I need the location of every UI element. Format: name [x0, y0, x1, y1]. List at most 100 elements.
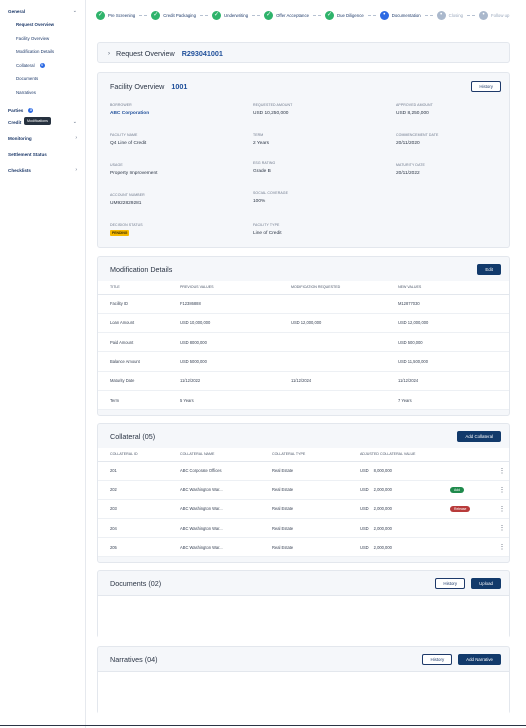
modification-table: Title Previous Values Modification Reque…: [98, 281, 509, 411]
table-cell: USD 12,000,000: [386, 313, 509, 334]
step-label: Documentation: [391, 12, 421, 18]
chevron-right-icon[interactable]: ›: [108, 51, 110, 57]
step-offer-acceptance[interactable]: ✓ Offer Acceptance: [264, 10, 309, 20]
field-value: Grade B: [253, 169, 271, 174]
current-step-icon: •: [379, 10, 389, 20]
sidebar-item-collateral[interactable]: Collateral 6: [0, 59, 85, 73]
table-row[interactable]: 204 ABC Washington War... Real Estate USD 2,…: [98, 518, 509, 539]
step-label: Underwriting: [223, 12, 249, 18]
documents-body: [98, 595, 509, 638]
table-cell: 11/12/2024: [279, 371, 386, 391]
upload-button[interactable]: Upload: [471, 577, 501, 589]
step-closing[interactable]: • Closing: [436, 10, 463, 20]
table-cell: USD 10,000,000: [168, 313, 279, 334]
collateral-value: 2,000,000: [373, 525, 392, 531]
collateral-value: 2,000,000: [373, 506, 392, 512]
field-value: Property Improvement: [110, 171, 158, 176]
card-title: Facility Overview 1001: [110, 82, 187, 91]
history-button[interactable]: History: [435, 577, 466, 589]
column-header: Modification Requested: [279, 281, 386, 295]
history-button[interactable]: History: [422, 653, 453, 665]
more-options-icon[interactable]: ⋮: [483, 499, 509, 520]
step-connector: [367, 14, 376, 16]
table-row[interactable]: 201 ABC Corporate Offices Real Estate USD 8,…: [98, 461, 509, 481]
nav-group-general[interactable]: General ⌄: [0, 4, 85, 18]
card-title: Collateral (05): [110, 431, 156, 441]
pending-step-icon: •: [479, 10, 488, 20]
field-value: UM922829281: [110, 201, 142, 206]
table-cell: [279, 294, 386, 314]
table-cell: Add: [438, 480, 483, 500]
sidebar-item-documents[interactable]: Documents: [0, 72, 85, 86]
table-cell: Release: [438, 499, 483, 520]
title-text: Facility Overview: [110, 81, 165, 91]
step-label: Offer Acceptance: [276, 12, 309, 18]
table-row[interactable]: 203 ABC Washington War... Real Estate USD 2,…: [98, 499, 509, 520]
nav-group-monitoring[interactable]: Monitoring ›: [0, 131, 85, 145]
sidebar-item-modification-details[interactable]: Modification Details: [0, 45, 85, 59]
check-icon: ✓: [264, 10, 274, 20]
table-cell: Real Estate: [260, 480, 348, 500]
step-follow-up[interactable]: • Follow up: [479, 10, 509, 20]
step-underwriting[interactable]: ✓ Underwriting: [211, 10, 249, 20]
table-cell: 203: [98, 499, 168, 520]
table-cell: 7 Years: [386, 390, 509, 411]
field-value: Q4 Line of Credit: [110, 141, 147, 146]
edit-button[interactable]: Edit: [477, 263, 501, 275]
field-label: Approved Amount: [396, 103, 433, 107]
borrower-link[interactable]: ABC Corporation: [110, 111, 240, 116]
table-cell: Term: [98, 390, 168, 411]
sidebar-item-label: Modification Details: [16, 49, 55, 55]
step-due-diligence[interactable]: ✓ Due Diligence: [324, 10, 364, 20]
sidebar-item-facility-overview[interactable]: Facility Overview: [0, 32, 85, 46]
field-requested-amount: Requested Amount USD 10,250,000: [253, 103, 383, 116]
table-cell: 5 Years: [168, 390, 279, 411]
more-options-icon[interactable]: ⋮: [483, 480, 509, 500]
table-cell: Facility ID: [98, 294, 168, 314]
step-documentation[interactable]: • Documentation: [379, 10, 421, 20]
status-badge: Release: [450, 505, 471, 512]
field-usage: Usage Property Improvement: [110, 163, 240, 176]
nav-group-settlement-status[interactable]: Settlement Status: [0, 147, 85, 161]
table-row: Facility ID F12386888 M12877030: [98, 294, 509, 314]
request-id: R293041001: [181, 49, 223, 58]
more-options-icon[interactable]: ⋮: [483, 461, 509, 481]
table-cell: USD 11,500,000: [386, 351, 509, 372]
modification-details-card: Modification Details Edit Title Previous…: [97, 256, 510, 416]
card-title: Modification Details: [110, 264, 173, 274]
field-label: Decision Status: [110, 223, 143, 227]
table-row[interactable]: 205 ABC Washington War... Real Estate USD 2,…: [98, 537, 509, 558]
step-credit-packaging[interactable]: ✓ Credit Packaging: [151, 10, 196, 20]
column-header: Adjusted Collateral Value: [348, 448, 438, 462]
field-value: USD 10,250,000: [253, 111, 289, 116]
nav-group-checklists[interactable]: Checklists ›: [0, 163, 85, 177]
table-cell: [438, 537, 483, 558]
table-cell: USD 2,000,000: [348, 518, 438, 539]
nav-group-label: Parties: [8, 107, 24, 113]
table-cell: USD 2,000,000: [348, 480, 438, 500]
more-options-icon[interactable]: ⋮: [483, 537, 509, 558]
add-collateral-button[interactable]: Add Collateral: [457, 430, 501, 442]
field-label: ESG Rating: [253, 161, 276, 165]
add-narrative-button[interactable]: Add Narrative: [458, 653, 501, 665]
column-header: Previous Values: [168, 281, 279, 295]
step-connector: [467, 14, 475, 16]
more-options-icon[interactable]: ⋮: [483, 518, 509, 539]
collateral-value: 8,000,000: [373, 468, 392, 474]
field-label: Maturity Date: [396, 163, 425, 167]
table-cell: ABC Washington War...: [168, 537, 260, 558]
narratives-card: Narratives (04) History Add Narrative: [97, 646, 510, 714]
step-pre-screening[interactable]: ✓ Pre Screening: [96, 10, 135, 20]
history-button[interactable]: History: [471, 80, 501, 92]
sidebar-item-label: Request Overview: [16, 22, 55, 28]
table-row[interactable]: 202 ABC Washington War... Real Estate USD 2,…: [98, 480, 509, 500]
sidebar-item-narratives[interactable]: Narratives: [0, 86, 85, 100]
column-header: Collateral Name: [168, 448, 260, 462]
table-cell: Real Estate: [260, 461, 348, 481]
check-icon: ✓: [324, 10, 334, 20]
sidebar-item-request-overview[interactable]: Request Overview: [0, 18, 85, 32]
table-cell: Maturity Date: [98, 371, 168, 391]
column-header: [483, 448, 509, 462]
table-cell: ABC Washington War...: [168, 480, 260, 500]
facility-id: 1001: [171, 81, 188, 91]
